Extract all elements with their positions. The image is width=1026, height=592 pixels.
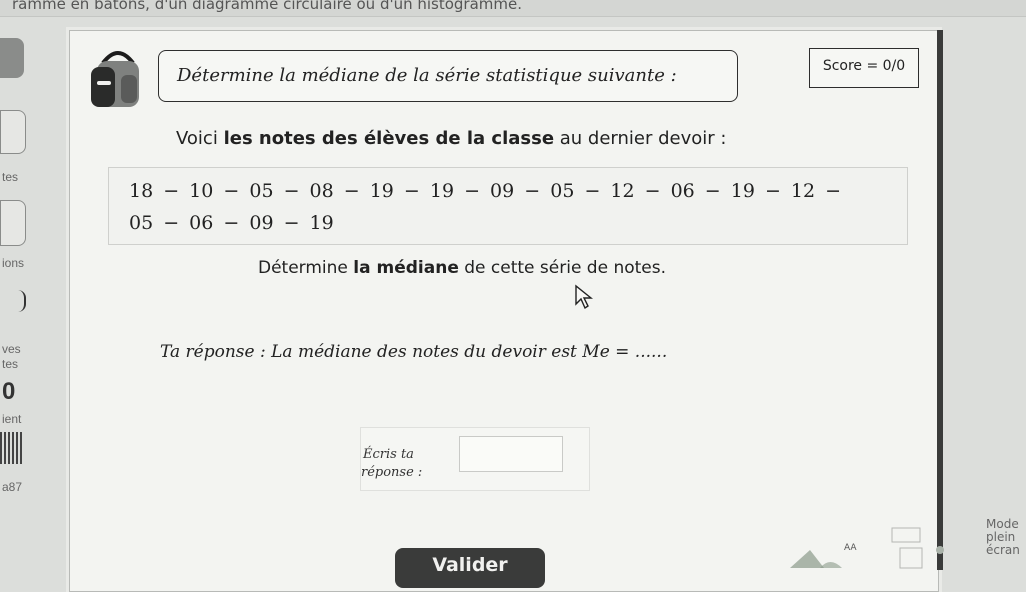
data-series-box: 18 − 10 − 05 − 08 − 19 − 19 − 09 − 05 − … (108, 167, 908, 245)
decorative-doodles-icon: AA (790, 527, 944, 569)
task-text: Détermine la médiane de cette série de n… (258, 258, 666, 278)
sidebar-label-3: ves (2, 342, 21, 356)
intro-rest: au dernier devoir : (554, 128, 727, 149)
task-bold: la médiane (353, 258, 459, 278)
sidebar-label-2: ions (2, 256, 25, 270)
intro-text: Voici les notes des élèves de la classe … (176, 128, 726, 149)
sidebar-label-1: tes (2, 170, 19, 184)
intro-bold: les notes des élèves de la classe (223, 128, 555, 149)
answer-label-line1: Écris ta (363, 447, 414, 462)
answer-area: Écris ta réponse : (360, 427, 590, 491)
svg-text:AA: AA (844, 543, 857, 553)
sidebar-thumbnail-4[interactable] (0, 290, 26, 312)
top-strip: ramme en bâtons, d'un diagramme circulai… (0, 0, 1026, 17)
data-series-line-1: 18 − 10 − 05 − 08 − 19 − 19 − 09 − 05 − … (129, 180, 842, 202)
question-banner: Détermine la médiane de la série statist… (158, 50, 738, 102)
backpack-icon (91, 51, 139, 107)
answer-label: Écris ta réponse : (361, 446, 422, 482)
fullscreen-line3: écran (986, 543, 1020, 557)
task-plain: Détermine (258, 258, 354, 278)
score-value: Score = 0/0 (822, 58, 906, 74)
card-border (937, 30, 943, 570)
question-text: Détermine la médiane de la série statist… (177, 65, 677, 86)
submit-button[interactable]: Valider (395, 548, 545, 588)
sidebar-thumbnail-3[interactable] (0, 200, 26, 246)
lesson-description: ramme en bâtons, d'un diagramme circulai… (12, 0, 523, 13)
sidebar-big-value: 0 (2, 378, 16, 405)
score-box: Score = 0/0 (809, 48, 919, 88)
sidebar-thumbnail-1[interactable] (0, 38, 24, 78)
fullscreen-toggle[interactable]: Mode plein écran (986, 518, 1020, 557)
sidebar-label-6: a87 (2, 480, 23, 494)
data-series-line-2: 05 − 06 − 09 − 19 (129, 212, 334, 234)
mouse-cursor-icon (575, 284, 593, 310)
answer-input[interactable] (459, 436, 563, 472)
answer-label-line2: réponse : (361, 465, 423, 480)
sidebar-thumbnail-2[interactable] (0, 110, 26, 154)
barcode-icon (0, 432, 24, 464)
sidebar-label-4: tes (2, 357, 19, 371)
intro-plain: Voici (176, 128, 224, 149)
task-rest: de cette série de notes. (458, 258, 667, 278)
sidebar-label-5: ient (2, 412, 22, 426)
answer-prompt: Ta réponse : La médiane des notes du dev… (160, 342, 668, 362)
exercise-card (69, 30, 939, 592)
